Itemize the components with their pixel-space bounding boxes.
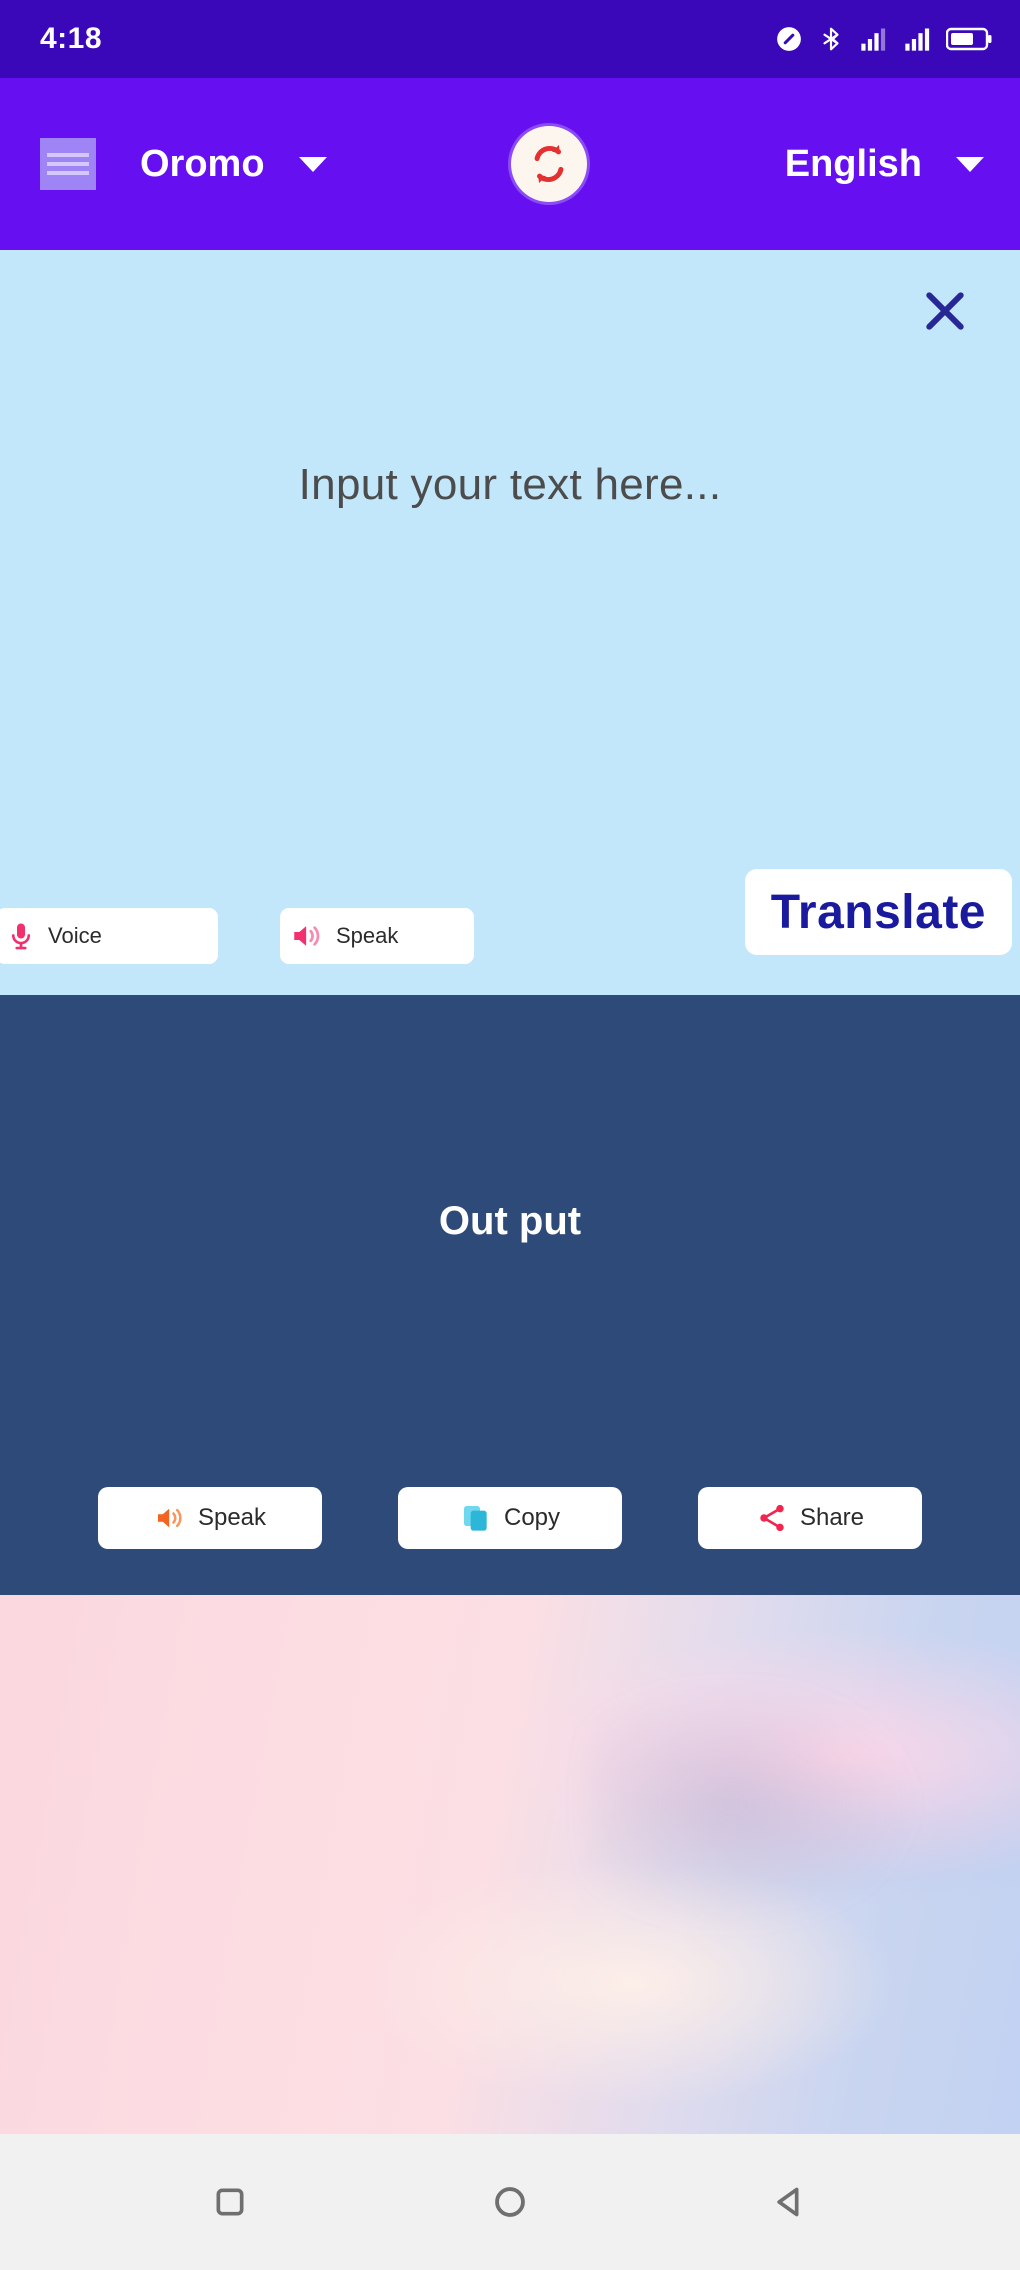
back-button[interactable]: [770, 2182, 810, 2222]
language-selector-group: Oromo English: [96, 126, 984, 202]
output-panel: Out put Speak Copy Share: [0, 995, 1020, 1595]
target-language-label: English: [784, 142, 922, 185]
phone-screen: 4:18 Oromo English Input your text here.…: [0, 0, 1020, 2270]
chevron-down-icon: [955, 156, 984, 172]
status-bar: 4:18: [0, 0, 1020, 78]
speak-input-button[interactable]: Speak: [280, 908, 474, 964]
circle-icon: [495, 2187, 525, 2217]
status-bar-clock: 4:18: [40, 22, 103, 55]
output-text-area[interactable]: Out put: [0, 995, 1020, 1487]
share-button[interactable]: Share: [698, 1487, 922, 1549]
microphone-icon: [11, 923, 31, 950]
translate-button[interactable]: Translate: [744, 869, 1012, 955]
signal-bars-2-icon: [905, 28, 930, 51]
input-placeholder: Input your text here...: [298, 460, 722, 509]
system-navigation-bar: [0, 2134, 1020, 2270]
battery-icon: [946, 27, 992, 51]
home-button[interactable]: [489, 2181, 531, 2223]
chevron-down-icon: [298, 156, 327, 172]
recents-button[interactable]: [210, 2182, 250, 2222]
text-input-area[interactable]: Input your text here...: [0, 338, 1020, 887]
bluetooth-icon: [823, 27, 839, 51]
share-nodes-icon: [760, 1504, 784, 1532]
speaker-volume-icon: [294, 926, 320, 946]
source-language-selector[interactable]: Oromo: [140, 143, 327, 186]
close-x-icon[interactable]: [918, 284, 972, 338]
source-language-label: Oromo: [140, 142, 265, 185]
copy-pages-icon: [463, 1506, 487, 1531]
signal-bars-1-icon: [861, 28, 886, 51]
square-icon: [216, 2188, 244, 2216]
swap-languages-icon[interactable]: [510, 126, 587, 202]
speak-output-button[interactable]: Speak: [98, 1487, 322, 1549]
voice-input-label: Voice: [48, 923, 102, 948]
app-bar: Oromo English: [0, 78, 1020, 250]
copy-label: Copy: [503, 1504, 561, 1531]
input-actions-row: Voice Speak Translate: [0, 869, 1020, 995]
speak-output-label: Speak: [197, 1504, 267, 1531]
background-hero-image: [0, 1595, 1020, 2134]
copy-button[interactable]: Copy: [398, 1487, 622, 1549]
input-panel: Input your text here... Voice Speak Tran…: [0, 250, 1020, 995]
hamburger-menu-icon[interactable]: [40, 138, 96, 190]
close-row: [0, 250, 1020, 338]
triangle-left-icon: [777, 2187, 799, 2217]
share-label: Share: [799, 1504, 865, 1531]
output-actions-row: Speak Copy Share: [0, 1487, 1020, 1595]
target-language-selector[interactable]: English: [785, 143, 984, 186]
speaker-volume-icon: [157, 1508, 182, 1528]
speak-input-label: Speak: [336, 923, 399, 948]
voice-input-button[interactable]: Voice: [0, 908, 218, 964]
output-text: Out put: [438, 1198, 582, 1243]
do-not-disturb-icon: [777, 27, 801, 51]
status-bar-icons: [774, 24, 992, 54]
translate-button-label: Translate: [770, 885, 986, 939]
